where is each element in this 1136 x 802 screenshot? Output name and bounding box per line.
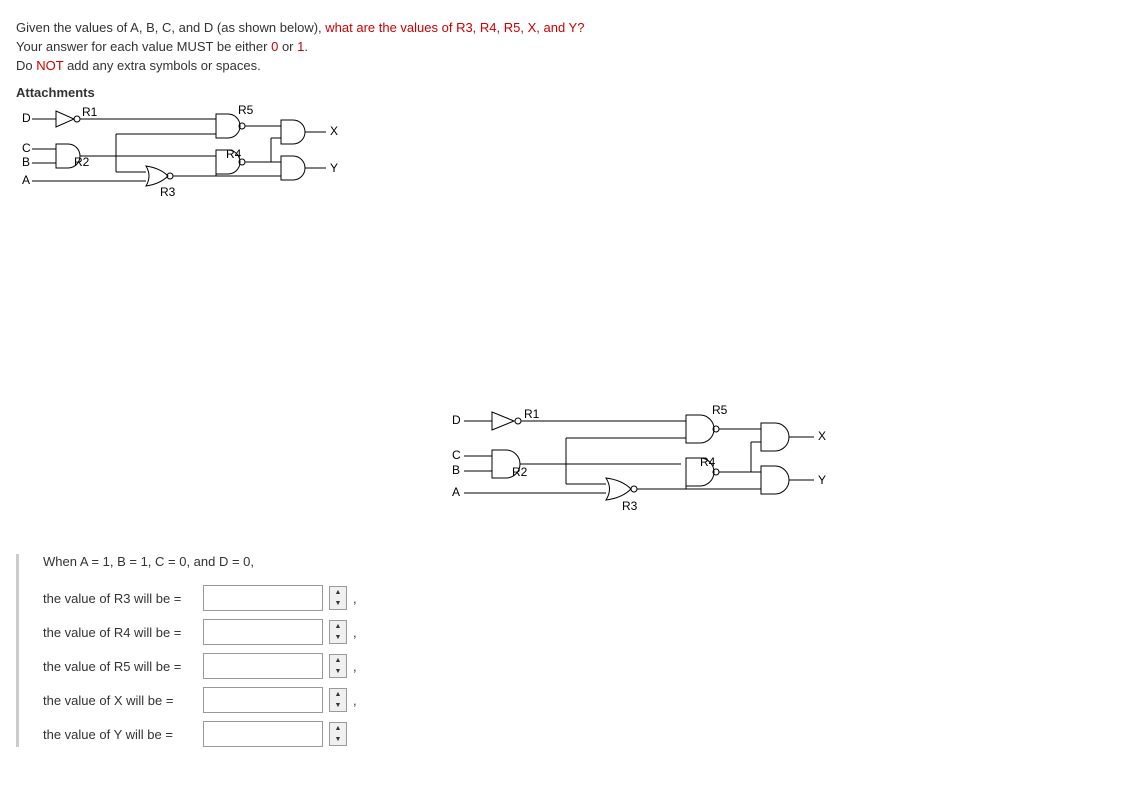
row-r3: the value of R3 will be = ▲▼ ,: [43, 585, 1120, 611]
svg-text:B: B: [452, 463, 460, 477]
step-up-icon: ▲: [330, 723, 346, 734]
input-r5[interactable]: [203, 653, 323, 679]
step-down-icon: ▼: [330, 598, 346, 609]
stepper-r5[interactable]: ▲▼: [329, 654, 347, 678]
step-up-icon: ▲: [330, 689, 346, 700]
answer-area: When A = 1, B = 1, C = 0, and D = 0, the…: [16, 554, 1120, 747]
stepper-y[interactable]: ▲▼: [329, 722, 347, 746]
svg-text:R4: R4: [700, 455, 716, 469]
q-line2-post: .: [304, 39, 308, 54]
row-r5: the value of R5 will be = ▲▼ ,: [43, 653, 1120, 679]
svg-text:Y: Y: [330, 161, 338, 175]
step-down-icon: ▼: [330, 700, 346, 711]
input-r3[interactable]: [203, 585, 323, 611]
svg-text:A: A: [22, 173, 30, 187]
svg-text:R5: R5: [712, 404, 728, 417]
row-r4: the value of R4 will be = ▲▼ ,: [43, 619, 1120, 645]
comma-x: ,: [353, 693, 357, 708]
svg-text:D: D: [22, 111, 31, 125]
step-down-icon: ▼: [330, 734, 346, 745]
svg-text:B: B: [22, 155, 30, 169]
stepper-r4[interactable]: ▲▼: [329, 620, 347, 644]
svg-text:R4: R4: [226, 147, 242, 161]
svg-text:R2: R2: [74, 155, 90, 169]
step-up-icon: ▲: [330, 621, 346, 632]
label-r5: the value of R5 will be =: [43, 659, 203, 674]
svg-text:Y: Y: [818, 473, 826, 487]
label-x: the value of X will be =: [43, 693, 203, 708]
svg-text:R2: R2: [512, 465, 528, 479]
step-up-icon: ▲: [330, 587, 346, 598]
svg-text:R5: R5: [238, 104, 254, 117]
attachments-heading: Attachments: [16, 85, 1120, 100]
q-line1-red: what are the values of R3, R4, R5, X, an…: [325, 20, 584, 35]
q-line3-red: NOT: [36, 58, 63, 73]
q-line3-pre: Do: [16, 58, 36, 73]
step-up-icon: ▲: [330, 655, 346, 666]
comma-r4: ,: [353, 625, 357, 640]
input-r4[interactable]: [203, 619, 323, 645]
q-line2-mid: or: [278, 39, 297, 54]
input-x[interactable]: [203, 687, 323, 713]
svg-text:R1: R1: [524, 407, 540, 421]
svg-text:D: D: [452, 413, 461, 427]
stepper-r3[interactable]: ▲▼: [329, 586, 347, 610]
stepper-x[interactable]: ▲▼: [329, 688, 347, 712]
circuit-diagram-2: .l{stroke:#000;stroke-width:1;fill:none}…: [446, 404, 1120, 534]
svg-text:X: X: [330, 124, 338, 138]
q-line2-pre: Your answer for each value MUST be eithe…: [16, 39, 271, 54]
question-text: Given the values of A, B, C, and D (as s…: [16, 20, 1120, 73]
q-line1-pre: Given the values of A, B, C, and D (as s…: [16, 20, 325, 35]
input-y[interactable]: [203, 721, 323, 747]
svg-text:C: C: [452, 448, 461, 462]
svg-text:A: A: [452, 485, 460, 499]
svg-text:R3: R3: [160, 185, 176, 199]
svg-text:X: X: [818, 429, 826, 443]
svg-text:C: C: [22, 141, 31, 155]
q-line3-post: add any extra symbols or spaces.: [63, 58, 260, 73]
svg-text:R1: R1: [82, 105, 98, 119]
label-r3: the value of R3 will be =: [43, 591, 203, 606]
comma-r5: ,: [353, 659, 357, 674]
svg-text:R3: R3: [622, 499, 638, 513]
circuit-diagram-1: .l{stroke:#000;stroke-width:1;fill:none}…: [16, 104, 1120, 224]
label-y: the value of Y will be =: [43, 727, 203, 742]
comma-r3: ,: [353, 591, 357, 606]
given-values: When A = 1, B = 1, C = 0, and D = 0,: [43, 554, 1120, 569]
step-down-icon: ▼: [330, 632, 346, 643]
label-r4: the value of R4 will be =: [43, 625, 203, 640]
row-y: the value of Y will be = ▲▼: [43, 721, 1120, 747]
step-down-icon: ▼: [330, 666, 346, 677]
row-x: the value of X will be = ▲▼ ,: [43, 687, 1120, 713]
